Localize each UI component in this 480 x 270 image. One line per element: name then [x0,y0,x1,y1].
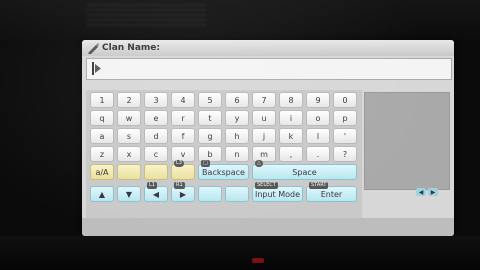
key-t[interactable]: t [198,110,222,126]
key-3[interactable]: 3 [144,92,168,108]
key-apostrophe[interactable]: ' [333,128,357,144]
key-r[interactable]: r [171,110,195,126]
blank-nav-key-2[interactable] [225,186,249,202]
blurred-background [86,2,206,26]
text-cursor [92,62,94,75]
left-arrow-icon: ◀ [152,189,160,199]
key-g[interactable]: g [198,128,222,144]
dialog-bottom-bar [82,218,454,236]
key-9[interactable]: 9 [306,92,330,108]
space-label: Space [292,167,317,177]
key-u[interactable]: u [252,110,276,126]
key-q[interactable]: q [90,110,114,126]
down-arrow-icon: ▼ [125,189,133,199]
preview-left-icon: ◀ [418,188,424,196]
input-mode-key[interactable]: SELECT Input Mode [252,182,303,202]
key-x[interactable]: x [117,146,141,162]
backspace-label: Backspace [202,167,245,177]
key-l[interactable]: l [306,128,330,144]
key-i[interactable]: i [279,110,303,126]
input-mode-label: Input Mode [254,189,301,199]
key-e[interactable]: e [144,110,168,126]
r1-badge: R1 [174,182,185,189]
key-h[interactable]: h [225,128,249,144]
backspace-key[interactable]: □ Backspace [198,160,249,180]
l1-badge: L1 [147,182,157,189]
key-n[interactable]: n [225,146,249,162]
space-badge: △ [255,160,263,167]
clan-name-input[interactable] [86,58,452,80]
key-1[interactable]: 1 [90,92,114,108]
key-period[interactable]: . [306,146,330,162]
start-badge: START [309,182,329,189]
right-arrow-icon: ▶ [179,189,187,199]
tv-bezel-bottom [0,236,480,270]
key-w[interactable]: w [117,110,141,126]
shift-key[interactable]: a/A [90,164,114,180]
enter-label: Enter [320,189,343,199]
key-a[interactable]: a [90,128,114,144]
key-s[interactable]: s [117,128,141,144]
space-key[interactable]: △ Space [252,160,357,180]
key-c[interactable]: c [144,146,168,162]
select-badge: SELECT [255,182,278,189]
preview-panel [364,92,450,190]
text-entry-dialog: Clan Name: 1 2 3 4 5 6 7 8 9 0 q w e r t… [82,40,454,236]
blank-key-2[interactable] [144,164,168,180]
caret-arrow-icon [95,64,101,73]
tv-power-led [252,258,264,263]
preview-left-button[interactable]: ◀ [416,188,426,196]
left-arrow-key[interactable]: L1 ◀ [144,182,168,202]
key-z[interactable]: z [90,146,114,162]
preview-right-icon: ▶ [430,188,436,196]
blank-key-3[interactable]: L3 [171,160,195,180]
key-7[interactable]: 7 [252,92,276,108]
key-comma[interactable]: , [279,146,303,162]
key-6[interactable]: 6 [225,92,249,108]
up-arrow-key[interactable]: ▲ [90,186,114,202]
key-2[interactable]: 2 [117,92,141,108]
right-arrow-key[interactable]: R1 ▶ [171,182,195,202]
shift-badge: L3 [174,160,184,167]
dialog-title: Clan Name: [102,43,160,53]
backspace-badge: □ [201,160,210,167]
down-arrow-key[interactable]: ▼ [117,186,141,202]
preview-right-button[interactable]: ▶ [428,188,438,196]
key-d[interactable]: d [144,128,168,144]
key-4[interactable]: 4 [171,92,195,108]
key-8[interactable]: 8 [279,92,303,108]
key-k[interactable]: k [279,128,303,144]
key-y[interactable]: y [225,110,249,126]
blank-key-1[interactable] [117,164,141,180]
key-j[interactable]: j [252,128,276,144]
up-arrow-icon: ▲ [98,189,106,199]
key-5[interactable]: 5 [198,92,222,108]
shift-label: a/A [95,167,109,177]
key-question[interactable]: ? [333,146,357,162]
dialog-title-bar: Clan Name: [82,40,454,56]
onscreen-keyboard: 1 2 3 4 5 6 7 8 9 0 q w e r t y u i o p … [86,90,362,220]
tv-bezel-top [0,0,480,40]
key-p[interactable]: p [333,110,357,126]
key-o[interactable]: o [306,110,330,126]
key-f[interactable]: f [171,128,195,144]
enter-key[interactable]: START Enter [306,182,357,202]
blank-nav-key-1[interactable] [198,186,222,202]
key-0[interactable]: 0 [333,92,357,108]
pencil-icon [88,43,99,54]
